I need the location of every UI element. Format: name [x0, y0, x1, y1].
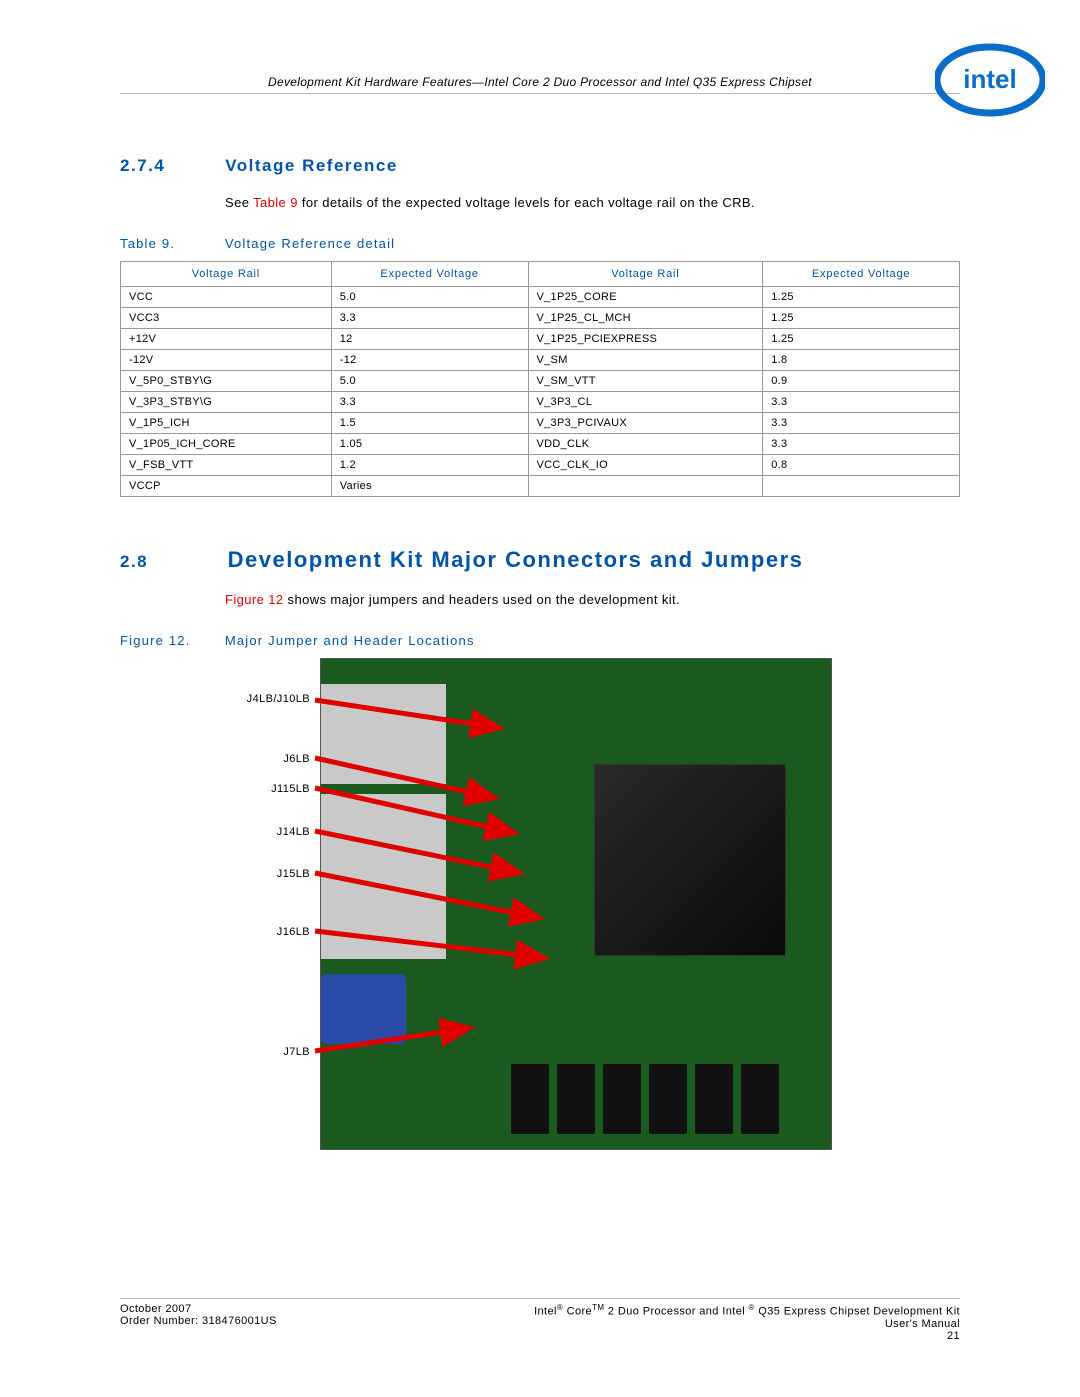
table-cell: 3.3	[763, 392, 960, 413]
pcb-board	[320, 658, 832, 1150]
section-number: 2.7.4	[120, 156, 220, 176]
table-row: V_FSB_VTT1.2VCC_CLK_IO0.8	[121, 455, 960, 476]
table-row: -12V-12V_SM1.8	[121, 350, 960, 371]
table-header: Voltage Rail	[528, 262, 763, 287]
table-cell: V_3P3_CL	[528, 392, 763, 413]
section-title: Development Kit Major Connectors and Jum…	[228, 547, 804, 572]
table-row: VCC5.0V_1P25_CORE1.25	[121, 287, 960, 308]
table-cell: +12V	[121, 329, 332, 350]
table-cell: 3.3	[763, 434, 960, 455]
table-cell: V_3P3_PCIVAUX	[528, 413, 763, 434]
table-row: V_5P0_STBY\G5.0V_SM_VTT0.9	[121, 371, 960, 392]
table-cell: 0.8	[763, 455, 960, 476]
table-cell: V_5P0_STBY\G	[121, 371, 332, 392]
table-cell: 1.25	[763, 308, 960, 329]
jumper-label: J15LB	[205, 868, 310, 880]
figure-12-link[interactable]: Figure 12	[225, 592, 284, 607]
table-row: V_3P3_STBY\G3.3V_3P3_CL3.3	[121, 392, 960, 413]
footer-date: October 2007	[120, 1303, 277, 1315]
page-footer: October 2007 Order Number: 318476001US I…	[120, 1298, 960, 1342]
table-cell: VCC_CLK_IO	[528, 455, 763, 476]
jumper-label: J6LB	[205, 753, 310, 765]
chipset-die	[594, 764, 786, 956]
table-cell: V_1P5_ICH	[121, 413, 332, 434]
sata-port	[695, 1064, 733, 1134]
table-cell: VCCP	[121, 476, 332, 497]
table-cell: 5.0	[331, 287, 528, 308]
table-cell: 1.2	[331, 455, 528, 476]
io-shield-block	[321, 794, 446, 959]
section-title: Voltage Reference	[225, 156, 398, 175]
table-cell: Varies	[331, 476, 528, 497]
sata-port	[603, 1064, 641, 1134]
table-cell: V_1P25_PCIEXPRESS	[528, 329, 763, 350]
footer-order-number: Order Number: 318476001US	[120, 1315, 277, 1327]
jumper-label: J14LB	[205, 826, 310, 838]
table-cell: 1.8	[763, 350, 960, 371]
jumper-label: J7LB	[205, 1046, 310, 1058]
sata-port	[741, 1064, 779, 1134]
table-cell: V_SM_VTT	[528, 371, 763, 392]
table-row: V_1P5_ICH1.5V_3P3_PCIVAUX3.3	[121, 413, 960, 434]
section-number: 2.8	[120, 552, 220, 572]
table-cell: 5.0	[331, 371, 528, 392]
table-row: +12V12V_1P25_PCIEXPRESS1.25	[121, 329, 960, 350]
table-cell: V_FSB_VTT	[121, 455, 332, 476]
jumper-label: J4LB/J10LB	[205, 693, 310, 705]
sata-port	[511, 1064, 549, 1134]
table-cell	[763, 476, 960, 497]
io-shield-block	[321, 684, 446, 784]
table-cell: VCC3	[121, 308, 332, 329]
table-cell: 12	[331, 329, 528, 350]
table-row: VCC33.3V_1P25_CL_MCH1.25	[121, 308, 960, 329]
table-cell: VCC	[121, 287, 332, 308]
table-9-caption: Table 9. Voltage Reference detail	[120, 236, 960, 251]
table-cell: V_1P25_CL_MCH	[528, 308, 763, 329]
vga-connector	[321, 974, 406, 1044]
table-cell: 1.25	[763, 329, 960, 350]
table-header: Expected Voltage	[331, 262, 528, 287]
table-cell: -12V	[121, 350, 332, 371]
table-cell	[528, 476, 763, 497]
table-cell: V_3P3_STBY\G	[121, 392, 332, 413]
sata-port	[649, 1064, 687, 1134]
footer-doc-type: User's Manual	[534, 1318, 960, 1330]
jumper-label: J115LB	[205, 783, 310, 795]
table-cell: VDD_CLK	[528, 434, 763, 455]
table-cell: -12	[331, 350, 528, 371]
table-cell: V_1P25_CORE	[528, 287, 763, 308]
table-row: V_1P05_ICH_CORE1.05VDD_CLK3.3	[121, 434, 960, 455]
table-cell: V_SM	[528, 350, 763, 371]
table-cell: 3.3	[331, 308, 528, 329]
table-9-link[interactable]: Table 9	[253, 195, 298, 210]
sata-port	[557, 1064, 595, 1134]
running-header: Development Kit Hardware Features—Intel …	[120, 75, 960, 94]
svg-text:intel: intel	[963, 64, 1016, 94]
section-274-text: See Table 9 for details of the expected …	[225, 194, 960, 212]
voltage-reference-table: Voltage RailExpected VoltageVoltage Rail…	[120, 261, 960, 497]
table-header: Voltage Rail	[121, 262, 332, 287]
table-cell: 1.25	[763, 287, 960, 308]
section-28-text: Figure 12 shows major jumpers and header…	[225, 591, 960, 609]
table-cell: 3.3	[763, 413, 960, 434]
table-cell: 1.5	[331, 413, 528, 434]
table-cell: 3.3	[331, 392, 528, 413]
intel-logo: intel	[935, 40, 1045, 120]
footer-page-number: 21	[534, 1330, 960, 1342]
table-cell: V_1P05_ICH_CORE	[121, 434, 332, 455]
table-cell: 0.9	[763, 371, 960, 392]
jumper-label: J16LB	[205, 926, 310, 938]
footer-product: Intel® CoreTM 2 Duo Processor and Intel …	[534, 1303, 960, 1318]
table-header: Expected Voltage	[763, 262, 960, 287]
table-cell: 1.05	[331, 434, 528, 455]
figure-12-caption: Figure 12. Major Jumper and Header Locat…	[120, 633, 960, 648]
table-row: VCCPVaries	[121, 476, 960, 497]
figure-12-image: J4LB/J10LB J6LB J115LB J14LB J15LB J16LB…	[205, 658, 855, 1148]
